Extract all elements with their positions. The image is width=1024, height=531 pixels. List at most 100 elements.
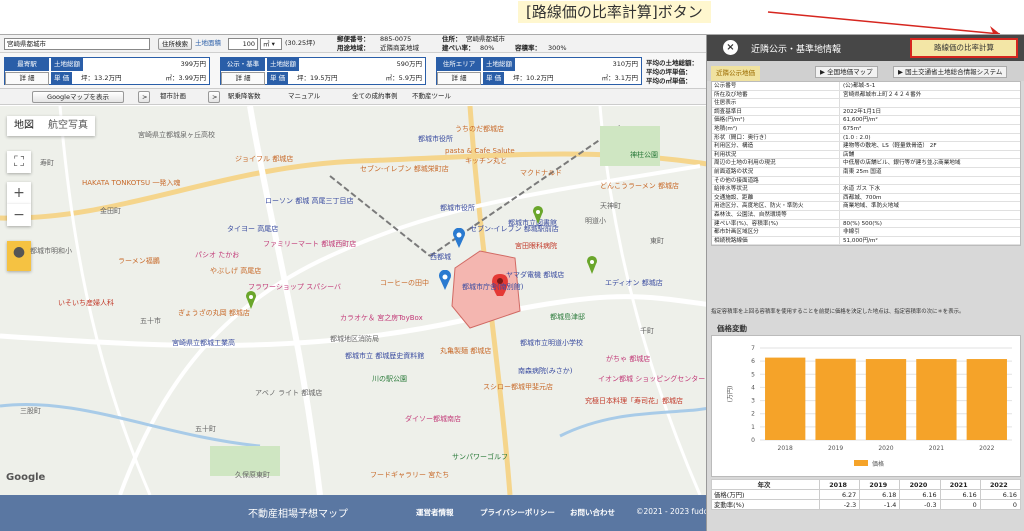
table-header-cell: 2019 [859, 479, 901, 490]
app-window: 宮崎県都城市 住所検索 土地面積 100 ㎡ ▾ (30.25坪) 郵便番号： … [0, 34, 1024, 531]
price-history-table: 年次 2018 2019 2020 2021 2022 価格(万円) 6.27 … [711, 479, 1022, 510]
detail-row: 利用区分、構造 建物等の敷地、LS（軽量鉄骨造） 2F [712, 142, 1020, 151]
google-map-button[interactable]: Googleマップを表示 [32, 91, 124, 103]
zoom-in-button[interactable]: + [7, 182, 31, 204]
manual-link[interactable]: マニュアル [288, 91, 320, 103]
detail-row: 形状（間口：奥行き） (1.0 : 2.0) [712, 133, 1020, 143]
map-tab-roadmap[interactable]: 地図 [7, 116, 41, 136]
map-label: セブン-イレブン 都城駅前店 [470, 225, 559, 233]
unit-label: 単 価 [483, 72, 505, 85]
footer-link-contact[interactable]: お問い合わせ [570, 507, 615, 518]
footer-copyright: ©2021 - 2023 fudo [636, 507, 709, 516]
table-cell: 0 [979, 499, 1022, 510]
bar-2018 [765, 357, 806, 440]
fullscreen-icon[interactable]: ⛶ [7, 151, 31, 173]
city-plan-link[interactable]: 都市計画 [160, 91, 186, 103]
map-label: カラオケ＆ 宮之房ToyBox [340, 314, 423, 322]
map-type-tabs: 地図 航空写真 [7, 116, 95, 136]
detail-button[interactable]: 詳 細 [221, 72, 265, 85]
address-input[interactable]: 宮崎県都城市 [4, 38, 150, 50]
detail-button[interactable]: 詳 細 [5, 72, 49, 85]
map-label: 都城地区消防局 [330, 335, 379, 343]
address-search-button[interactable]: 住所検索 [158, 38, 192, 50]
total-value: 310万円 [612, 60, 638, 68]
footer-link-privacy[interactable]: プライバシーポリシー [480, 507, 555, 518]
table-cell: 6.18 [859, 489, 901, 500]
street-view-pegman-icon[interactable]: ● [7, 241, 31, 271]
map-label: 金田町 [100, 207, 121, 215]
map-label: 川の駅公園 [372, 375, 407, 383]
arrow-button[interactable]: > [138, 91, 150, 103]
land-price-detail-table: 公示番号 (公)都城-5-1 所在及び地番 宮崎県都城市上町２４２４番外 住居表示 … [711, 81, 1021, 247]
detail-row: 周辺の土地の利用の現況 中低層の店舗ビル、銀行等が建ち並ぶ商業地域 [712, 159, 1020, 168]
price-box-category[interactable]: 公示・基準 [221, 58, 265, 71]
table-header-row: 年次 2018 2019 2020 2021 2022 [711, 479, 1022, 490]
area-label: 土地面積 [195, 39, 221, 47]
footer-title: 不動産相場予想マップ [248, 509, 348, 520]
legend-swatch [854, 460, 868, 466]
price-box-category[interactable]: 最寄駅 [5, 58, 49, 71]
detail-key: 形状（間口：奥行き） [712, 133, 840, 142]
detail-row: 森林法、公園法、自然環境等 [712, 210, 1020, 220]
official-land-price-marker-icon[interactable] [586, 256, 598, 274]
detail-row: 都市計画区域区分 非線引 [712, 228, 1020, 237]
map-label: ラーメン福鵬 [118, 257, 160, 265]
map-label: 都城市立明道小学校 [520, 339, 583, 347]
map-label: 宮崎県立都城工業高 [172, 339, 235, 347]
map-label: がちゃ 都城店 [606, 355, 651, 363]
price-box-area: 住所エリア 詳 細 土地総額 310万円 単 価 坪：10.2万円 ㎡：3.1万… [436, 57, 642, 85]
detail-value [840, 211, 1020, 219]
detail-key: 用途区分、高度地区、防火・準防火 [712, 202, 840, 210]
official-land-price-marker-icon[interactable] [532, 206, 544, 224]
area-unit-select[interactable]: ㎡ ▾ [260, 38, 282, 50]
detail-key: 価格(円/m²) [712, 116, 840, 124]
zoom-out-button[interactable]: − [7, 204, 31, 226]
top-bar: 宮崎県都城市 住所検索 土地面積 100 ㎡ ▾ (30.25坪) 郵便番号： … [0, 35, 720, 53]
route-price-ratio-button[interactable]: 路線価の比率計算 [910, 38, 1018, 58]
detail-button[interactable]: 詳 細 [437, 72, 481, 85]
detail-value: 商業地域、準防火地域 [843, 203, 899, 210]
y-tick-label: 0 [751, 437, 755, 444]
detail-key: その他の接面道路 [712, 176, 840, 185]
station-marker-icon[interactable] [438, 269, 452, 290]
mlit-land-info-link[interactable]: ▶ 国土交通省土地総合情報システム [893, 66, 1008, 78]
national-land-price-map-link[interactable]: ▶ 全国地価マップ [815, 66, 878, 78]
sqm-price: ㎡：3.1万円 [601, 74, 638, 82]
detail-row: 価格(円/m²) 61,600円/m² [712, 116, 1020, 125]
y-axis-label: (万円) [727, 386, 734, 403]
map-label: 宮崎県立都城泉ヶ丘高校 [138, 131, 215, 139]
table-cell: 0 [939, 499, 981, 510]
price-box-category[interactable]: 住所エリア [437, 58, 481, 71]
map-label: 都城市庁舎(南別館) [462, 283, 524, 291]
tsubo-price: 坪：19.5万円 [297, 74, 338, 82]
official-land-price-marker-icon[interactable] [245, 291, 257, 309]
footer-link-operator[interactable]: 運営者情報 [416, 507, 454, 518]
map-tab-satellite[interactable]: 航空写真 [41, 116, 95, 136]
x-tick-label: 2021 [929, 445, 944, 452]
map-label: 天神町 [600, 202, 621, 210]
detail-key: 給排水等状況 [712, 185, 840, 193]
price-history-title: 価格変動 [717, 324, 747, 333]
map-canvas[interactable]: 地図 航空写真 ⛶ + − ● うちのだ都城店 宮崎県立都城泉ヶ丘高校 都城市役… [0, 106, 720, 495]
close-icon[interactable]: × [723, 40, 738, 55]
detail-row: 所在及び地番 宮崎県都城市上町２４２４番外 [712, 90, 1020, 100]
tools-link[interactable]: 不動産ツール [412, 91, 451, 103]
station-marker-icon[interactable] [452, 227, 466, 248]
arrow-button[interactable]: > [208, 91, 220, 103]
bar-2019 [815, 358, 856, 440]
tab-nearby-official-price[interactable]: 近隣公示地価 [711, 66, 760, 81]
all-cases-link[interactable]: 全ての成約事例 [352, 91, 398, 103]
map-label: pasta & Cafe Salute [445, 147, 515, 155]
map-label: 五十市 [140, 317, 161, 325]
area-input[interactable]: 100 [228, 38, 258, 50]
station-count-link[interactable]: 駅乗降客数 [228, 91, 261, 103]
bar-2021 [916, 359, 957, 440]
google-logo: Google [6, 472, 46, 483]
floor-area-ratio-note: 指定容積率を上回る容積率を使用することを前提に価格を決定した地点は、指定容積率の… [711, 309, 965, 315]
table-cell: 6.16 [899, 489, 941, 500]
map-label: ローソン 都城 高尾三丁目店 [265, 197, 354, 205]
map-label: ヤマダ電機 都城店 [506, 271, 565, 279]
map-label: 明道小 [585, 217, 606, 225]
map-label: HAKATA TONKOTSU 一発入魂 [82, 179, 181, 187]
unit-label: 単 価 [51, 72, 73, 85]
